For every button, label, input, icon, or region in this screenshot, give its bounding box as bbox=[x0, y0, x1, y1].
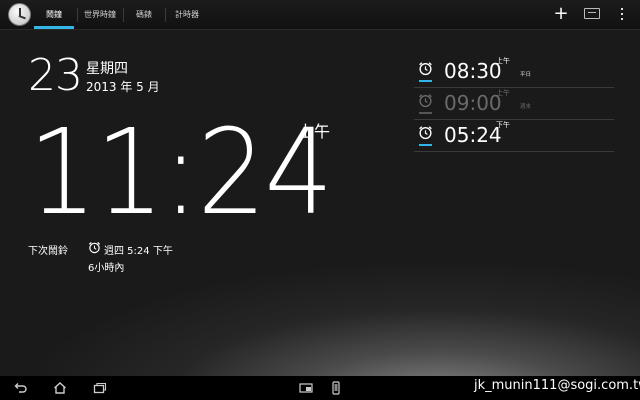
alarm-time: 08:30 bbox=[444, 59, 502, 83]
alarm-ampm: 下午 bbox=[496, 121, 510, 129]
alarm-enabled-indicator bbox=[419, 80, 432, 82]
alarm-time: 05:24 bbox=[444, 123, 502, 147]
alarm-disabled-indicator bbox=[419, 112, 432, 114]
date-day: 23 bbox=[28, 50, 83, 101]
screenshot-icon[interactable] bbox=[298, 380, 314, 396]
alarm-item[interactable]: 09:00 上午 週末 bbox=[414, 89, 614, 120]
clock-app-icon[interactable] bbox=[8, 3, 31, 26]
alarm-item[interactable]: 05:24 下午 bbox=[414, 121, 614, 152]
date-year-month: 2013 年 5 月 bbox=[86, 80, 160, 94]
action-bar: 鬧鐘 世界時鐘 碼錶 計時器 + bbox=[0, 0, 640, 30]
back-icon[interactable] bbox=[12, 380, 28, 396]
alarm-time: 09:00 bbox=[444, 91, 502, 115]
alarm-ampm: 上午 bbox=[496, 89, 510, 97]
phone-icon[interactable] bbox=[328, 380, 344, 396]
overflow-menu-icon[interactable] bbox=[620, 8, 624, 22]
alarm-repeat: 週末 bbox=[520, 104, 532, 110]
alarm-clock-icon[interactable] bbox=[418, 61, 433, 76]
next-alarm-remaining: 6小時內 bbox=[88, 263, 125, 274]
next-alarm-when: 週四 5:24 下午 bbox=[104, 246, 173, 257]
alarm-item[interactable]: 08:30 上午 平日 bbox=[414, 57, 614, 88]
home-icon[interactable] bbox=[52, 380, 68, 396]
alarm-clock-icon bbox=[88, 242, 101, 254]
date-weekday: 星期四 bbox=[86, 61, 128, 77]
tab-stopwatch[interactable]: 碼錶 bbox=[126, 0, 162, 30]
recent-apps-icon[interactable] bbox=[92, 380, 108, 396]
tab-world-clock[interactable]: 世界時鐘 bbox=[80, 0, 120, 30]
alarm-enabled-indicator bbox=[419, 144, 432, 146]
dock-mode-icon[interactable] bbox=[584, 8, 600, 19]
add-icon[interactable]: + bbox=[553, 5, 569, 23]
tab-timer[interactable]: 計時器 bbox=[168, 0, 206, 30]
alarm-repeat: 平日 bbox=[520, 72, 532, 78]
current-ampm: 上午 bbox=[298, 122, 331, 141]
current-time: 11:24 bbox=[28, 103, 333, 241]
watermark-text: jk_munin111@sogi.com.tw bbox=[474, 378, 640, 393]
tab-alarm[interactable]: 鬧鐘 bbox=[34, 0, 74, 30]
alarm-clock-icon[interactable] bbox=[418, 125, 433, 140]
next-alarm-label: 下次鬧鈴 bbox=[28, 246, 68, 257]
alarm-clock-icon[interactable] bbox=[418, 93, 433, 108]
alarm-ampm: 上午 bbox=[496, 57, 510, 65]
alarm-clock-screen: 鬧鐘 世界時鐘 碼錶 計時器 + 23 星期四 2013 年 5 月 11:24… bbox=[0, 0, 640, 400]
